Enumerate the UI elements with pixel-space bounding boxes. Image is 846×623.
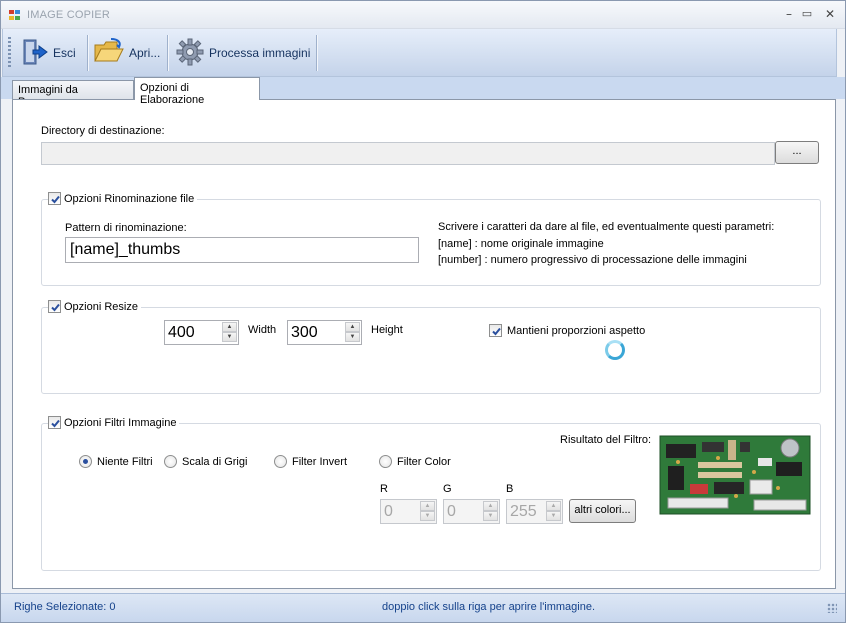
width-value: 400 — [168, 324, 195, 341]
process-images-button[interactable]: Processa immagini — [171, 33, 314, 73]
rename-help-line2: [name] : nome originale immagine — [438, 238, 604, 250]
g-stepper[interactable]: 0 ▲ ▼ — [443, 499, 500, 524]
status-bar: Righe Selezionate: 0 doppio click sulla … — [1, 593, 845, 622]
g-value: 0 — [447, 503, 456, 520]
r-stepper[interactable]: 0 ▲ ▼ — [380, 499, 437, 524]
close-button[interactable]: ✕ — [821, 6, 839, 22]
b-stepper[interactable]: 255 ▲ ▼ — [506, 499, 563, 524]
height-value: 300 — [291, 324, 318, 341]
browse-button[interactable]: ... — [775, 141, 819, 164]
g-up-arrow-icon[interactable]: ▲ — [483, 501, 498, 511]
minimize-button[interactable]: – — [780, 6, 798, 22]
keep-ratio-checkbox[interactable] — [489, 324, 502, 337]
r-down-arrow-icon[interactable]: ▼ — [420, 511, 435, 521]
b-down-arrow-icon[interactable]: ▼ — [546, 511, 561, 521]
toolbar-separator — [167, 35, 168, 71]
r-up-arrow-icon[interactable]: ▲ — [420, 501, 435, 511]
filter-invert-radio[interactable]: Filter Invert — [274, 455, 347, 468]
filter-options-label: Opzioni Filtri Immagine — [64, 416, 177, 429]
filter-grayscale-label: Scala di Grigi — [182, 455, 248, 468]
filter-color-radio[interactable]: Filter Color — [379, 455, 451, 468]
g-label: G — [443, 483, 452, 495]
toolbar-separator — [87, 35, 88, 71]
tab-strip: Immagini da Processare Opzioni di Elabor… — [1, 77, 845, 108]
b-value: 255 — [510, 503, 537, 520]
filter-result-label: Risultato del Filtro: — [560, 434, 652, 446]
height-stepper[interactable]: 300 ▲ ▼ — [287, 320, 362, 345]
keep-ratio-option[interactable]: Mantieni proporzioni aspetto — [489, 324, 645, 337]
resize-options-group: Opzioni Resize 400 ▲ ▼ Width 300 ▲ ▼ Heigh… — [41, 300, 821, 394]
keep-ratio-label: Mantieni proporzioni aspetto — [507, 324, 646, 337]
b-label: B — [506, 483, 514, 495]
destination-field[interactable] — [41, 142, 775, 165]
radio-icon — [164, 455, 177, 468]
filter-invert-label: Filter Invert — [292, 455, 348, 468]
tab-images-to-process[interactable]: Immagini da Processare — [12, 80, 134, 108]
r-label: R — [380, 483, 388, 495]
toolbar-grip[interactable] — [8, 37, 11, 69]
rename-options-group: Opzioni Rinominazione file Pattern di ri… — [41, 192, 821, 286]
open-hint-status: doppio click sulla riga per aprire l'imm… — [382, 601, 596, 613]
radio-icon — [274, 455, 287, 468]
radio-icon — [379, 455, 392, 468]
height-down-arrow-icon[interactable]: ▼ — [345, 332, 360, 342]
exit-button[interactable]: Esci — [15, 33, 80, 73]
rename-help-line1: Scrivere i caratteri da dare al file, ed… — [438, 221, 775, 233]
tab-processing-options[interactable]: Opzioni di Elaborazione — [134, 77, 260, 106]
resize-options-checkbox[interactable] — [48, 300, 61, 313]
height-label: Height — [371, 324, 403, 336]
resize-options-header[interactable]: Opzioni Resize — [48, 300, 141, 313]
process-images-label: Processa immagini — [209, 46, 311, 60]
processing-options-page: Directory di destinazione: ... Opzioni R… — [12, 99, 836, 589]
width-up-arrow-icon[interactable]: ▲ — [222, 322, 237, 332]
filter-result-image — [658, 432, 812, 518]
g-down-arrow-icon[interactable]: ▼ — [483, 511, 498, 521]
open-folder-icon — [93, 37, 125, 70]
exit-door-icon — [19, 37, 49, 70]
rename-options-checkbox[interactable] — [48, 192, 61, 205]
destination-label: Directory di destinazione: — [41, 125, 165, 137]
toolbar: Esci Apri... Processa immagini — [2, 29, 837, 77]
height-up-arrow-icon[interactable]: ▲ — [345, 322, 360, 332]
selected-rows-status: Righe Selezionate: 0 — [14, 601, 116, 613]
radio-selected-icon — [79, 455, 92, 468]
width-down-arrow-icon[interactable]: ▼ — [222, 332, 237, 342]
filter-grayscale-radio[interactable]: Scala di Grigi — [164, 455, 247, 468]
r-value: 0 — [384, 503, 393, 520]
app-icon — [9, 10, 21, 21]
b-up-arrow-icon[interactable]: ▲ — [546, 501, 561, 511]
rename-help-line3: [number] : numero progressivo di process… — [438, 254, 747, 266]
loading-spinner-icon — [605, 340, 625, 360]
open-label: Apri... — [129, 46, 161, 60]
filter-options-header[interactable]: Opzioni Filtri Immagine — [48, 416, 180, 429]
width-stepper[interactable]: 400 ▲ ▼ — [164, 320, 239, 345]
filter-none-radio[interactable]: Niente Filtri — [79, 455, 153, 468]
filter-options-checkbox[interactable] — [48, 416, 61, 429]
width-label: Width — [248, 324, 277, 336]
app-window: IMAGE COPIER – ▭ ✕ Esci Apri... Processa… — [0, 0, 846, 623]
more-colors-button[interactable]: altri colori... — [569, 499, 636, 523]
resize-grip-icon[interactable] — [827, 603, 837, 613]
title-bar[interactable]: IMAGE COPIER – ▭ ✕ — [1, 1, 845, 29]
pattern-input[interactable]: [name]_thumbs — [65, 237, 419, 263]
window-title: IMAGE COPIER — [27, 9, 111, 21]
open-button[interactable]: Apri... — [89, 33, 164, 73]
filter-color-label: Filter Color — [397, 455, 451, 468]
maximize-button[interactable]: ▭ — [798, 6, 816, 22]
gear-icon — [175, 37, 205, 70]
rename-options-label: Opzioni Rinominazione file — [64, 192, 195, 205]
rename-options-header[interactable]: Opzioni Rinominazione file — [48, 192, 198, 205]
resize-options-label: Opzioni Resize — [64, 300, 138, 313]
filter-none-label: Niente Filtri — [97, 455, 153, 468]
toolbar-separator — [316, 35, 317, 71]
pattern-label: Pattern di rinominazione: — [65, 222, 187, 234]
exit-label: Esci — [53, 46, 76, 60]
